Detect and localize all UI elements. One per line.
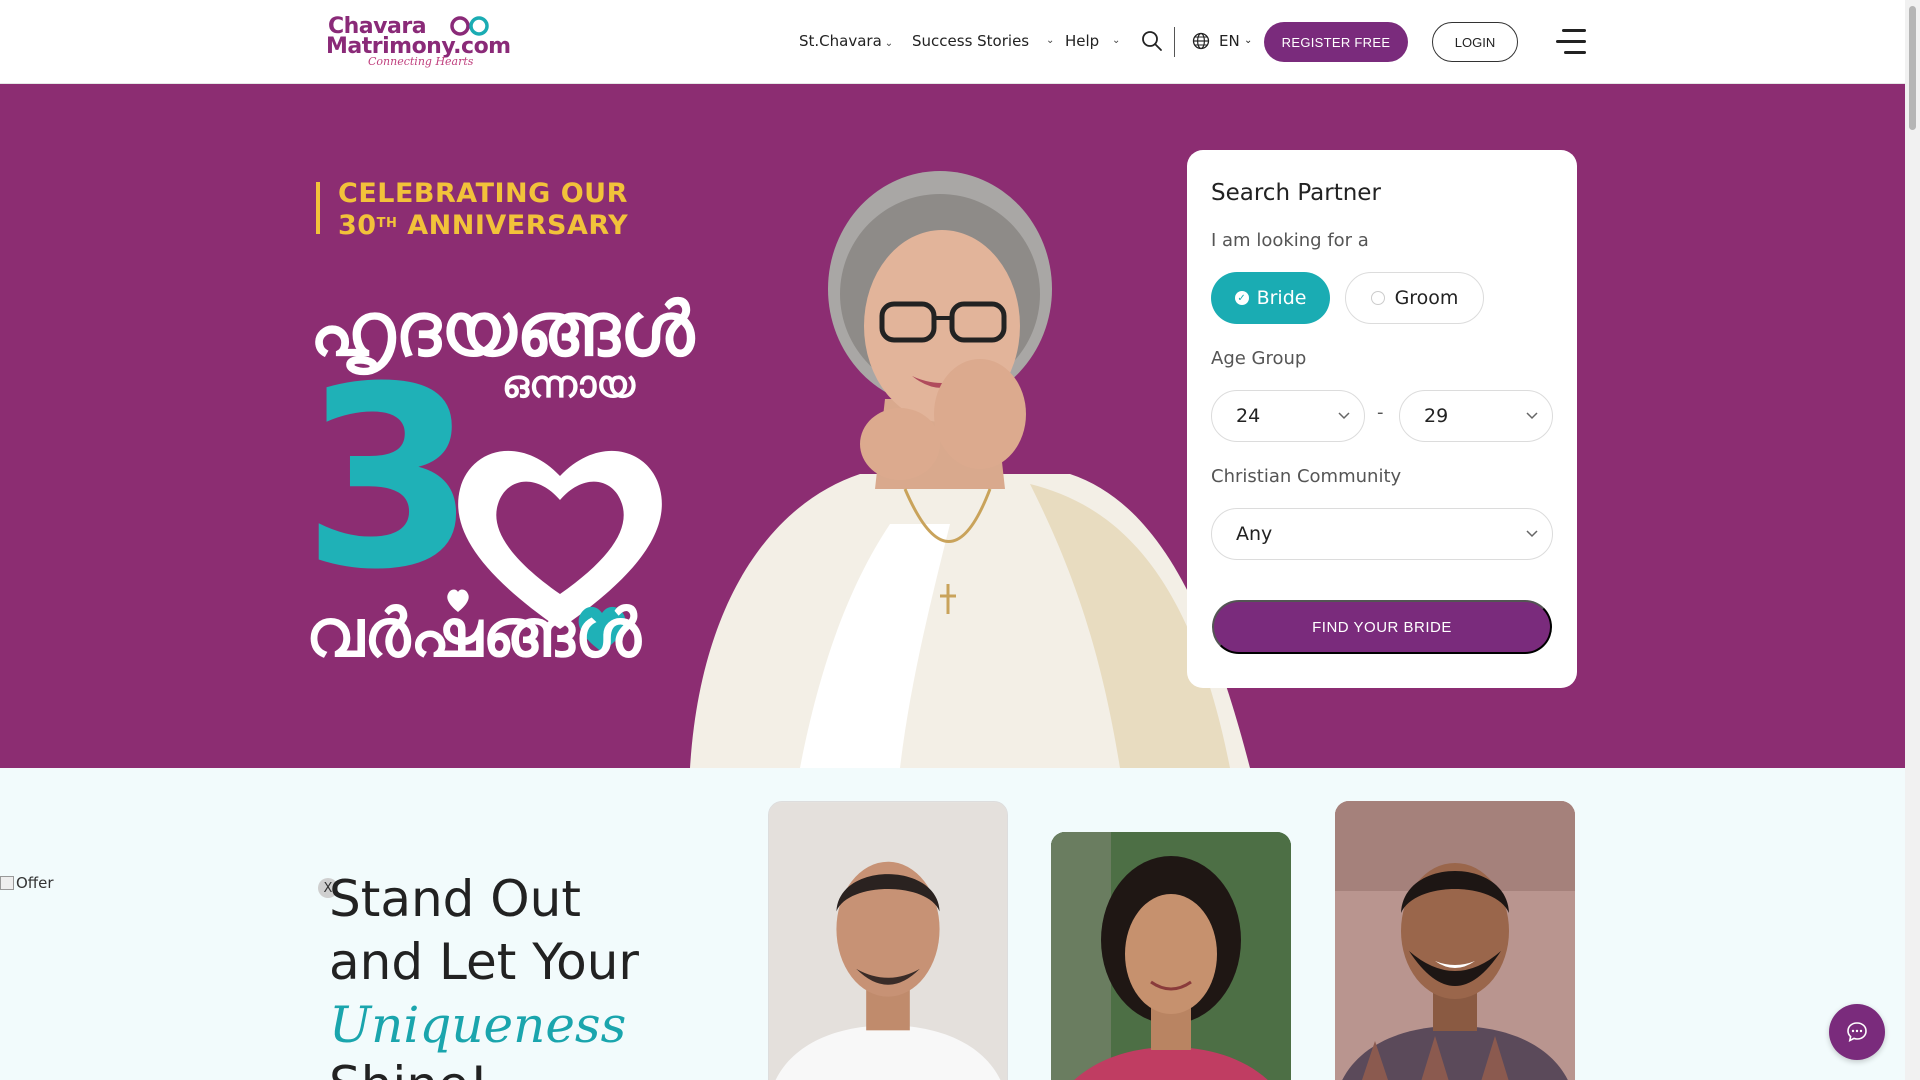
search-partner-title: Search Partner (1211, 180, 1381, 206)
login-button[interactable]: LOGIN (1432, 22, 1518, 62)
profile-photo-card[interactable] (1051, 832, 1291, 1080)
check-circle-icon: ✓ (1234, 291, 1249, 305)
nav-st-chavara-label: St.Chavara (799, 32, 882, 50)
age-from-value: 24 (1236, 405, 1261, 427)
community-value: Any (1236, 523, 1273, 545)
chevron-down-icon: ⌄ (1244, 35, 1253, 46)
broken-image-icon (0, 876, 14, 890)
groom-option[interactable]: Groom (1345, 272, 1484, 324)
search-icon[interactable] (1141, 30, 1163, 52)
anniversary-text: CELEBRATING OUR 30TH ANNIVERSARY (338, 178, 628, 242)
anniversary-line2: 30TH ANNIVERSARY (338, 210, 628, 242)
hero-model-image (690, 171, 1250, 768)
anniversary-word: ANNIVERSARY (407, 210, 629, 241)
stand-out-section: Offer X Stand Out and Let Your Uniquenes… (0, 768, 1905, 1080)
find-your-bride-button[interactable]: FIND YOUR BRIDE (1212, 600, 1552, 654)
chevron-down-icon (1338, 412, 1350, 420)
chevron-down-icon (1526, 530, 1538, 538)
site-logo[interactable]: Chavara Matrimony.com Connecting Hearts (326, 14, 511, 70)
community-label: Christian Community (1211, 466, 1402, 487)
age-to-value: 29 (1424, 405, 1449, 427)
chevron-down-icon[interactable]: ⌄ (1046, 30, 1054, 52)
profile-photo-card[interactable] (1335, 801, 1575, 1080)
profile-photo-man-1 (769, 802, 1007, 1080)
profile-photo-woman (1051, 832, 1291, 1080)
profile-photo-man-2 (1335, 801, 1575, 1080)
bride-option[interactable]: ✓ Bride (1211, 272, 1330, 324)
hamburger-icon[interactable] (1556, 29, 1586, 55)
offer-image-broken[interactable]: Offer (0, 874, 54, 892)
nav-help[interactable]: Help (1065, 30, 1099, 52)
profile-photo-card[interactable] (768, 801, 1008, 1080)
radio-empty-icon (1370, 291, 1385, 305)
malayalam-headline-bottom: വർഷങ്ങൾ (306, 595, 641, 672)
chevron-down-icon (1526, 412, 1538, 420)
age-group-label: Age Group (1211, 348, 1307, 369)
age-from-select[interactable]: 24 (1211, 390, 1365, 442)
register-free-button[interactable]: REGISTER FREE (1264, 22, 1408, 62)
logo-tagline: Connecting Hearts (368, 55, 474, 68)
language-label: EN (1219, 32, 1240, 50)
looking-for-label: I am looking for a (1211, 230, 1369, 251)
chevron-down-icon[interactable]: ⌄ (1112, 30, 1120, 52)
bride-option-label: Bride (1256, 287, 1307, 309)
anniversary-number: 30 (338, 210, 377, 241)
nav-st-chavara[interactable]: St.Chavara ⌄ (799, 30, 893, 52)
headline-uniqueness: Uniqueness (329, 996, 627, 1054)
groom-option-label: Groom (1394, 287, 1459, 309)
hero-banner: CELEBRATING OUR 30TH ANNIVERSARY ഹൃദയങ്ങ… (0, 84, 1905, 768)
age-separator: - (1377, 402, 1384, 423)
top-navbar: Chavara Matrimony.com Connecting Hearts … (0, 0, 1905, 84)
nav-help-label: Help (1065, 32, 1100, 50)
headline-line2: and Let Your (329, 933, 639, 991)
search-partner-card: Search Partner I am looking for a ✓ Brid… (1187, 150, 1577, 688)
age-to-select[interactable]: 29 (1399, 390, 1553, 442)
nav-success-stories[interactable]: Success Stories (912, 30, 1029, 52)
anniversary-accent-bar (316, 182, 320, 234)
page-scrollbar[interactable] (1905, 0, 1920, 1080)
chat-button[interactable] (1829, 1004, 1885, 1060)
headline-line4: Shine! (329, 1054, 489, 1080)
chevron-down-icon: ⌄ (884, 38, 894, 49)
malayalam-headline-mid: ഒന്നായ (502, 362, 636, 406)
anniversary-suffix: TH (376, 216, 398, 231)
community-select[interactable]: Any (1211, 508, 1553, 560)
nav-success-stories-label: Success Stories (912, 32, 1030, 50)
chat-icon (1847, 1022, 1867, 1042)
anniversary-line1: CELEBRATING OUR (338, 178, 628, 209)
headline-line1: Stand Out (329, 870, 581, 928)
offer-alt-text: Offer (16, 874, 54, 892)
globe-icon (1192, 32, 1210, 50)
scrollbar-thumb[interactable] (1909, 6, 1916, 130)
logo-infinity-icon (450, 16, 489, 36)
nav-divider (1174, 27, 1175, 57)
